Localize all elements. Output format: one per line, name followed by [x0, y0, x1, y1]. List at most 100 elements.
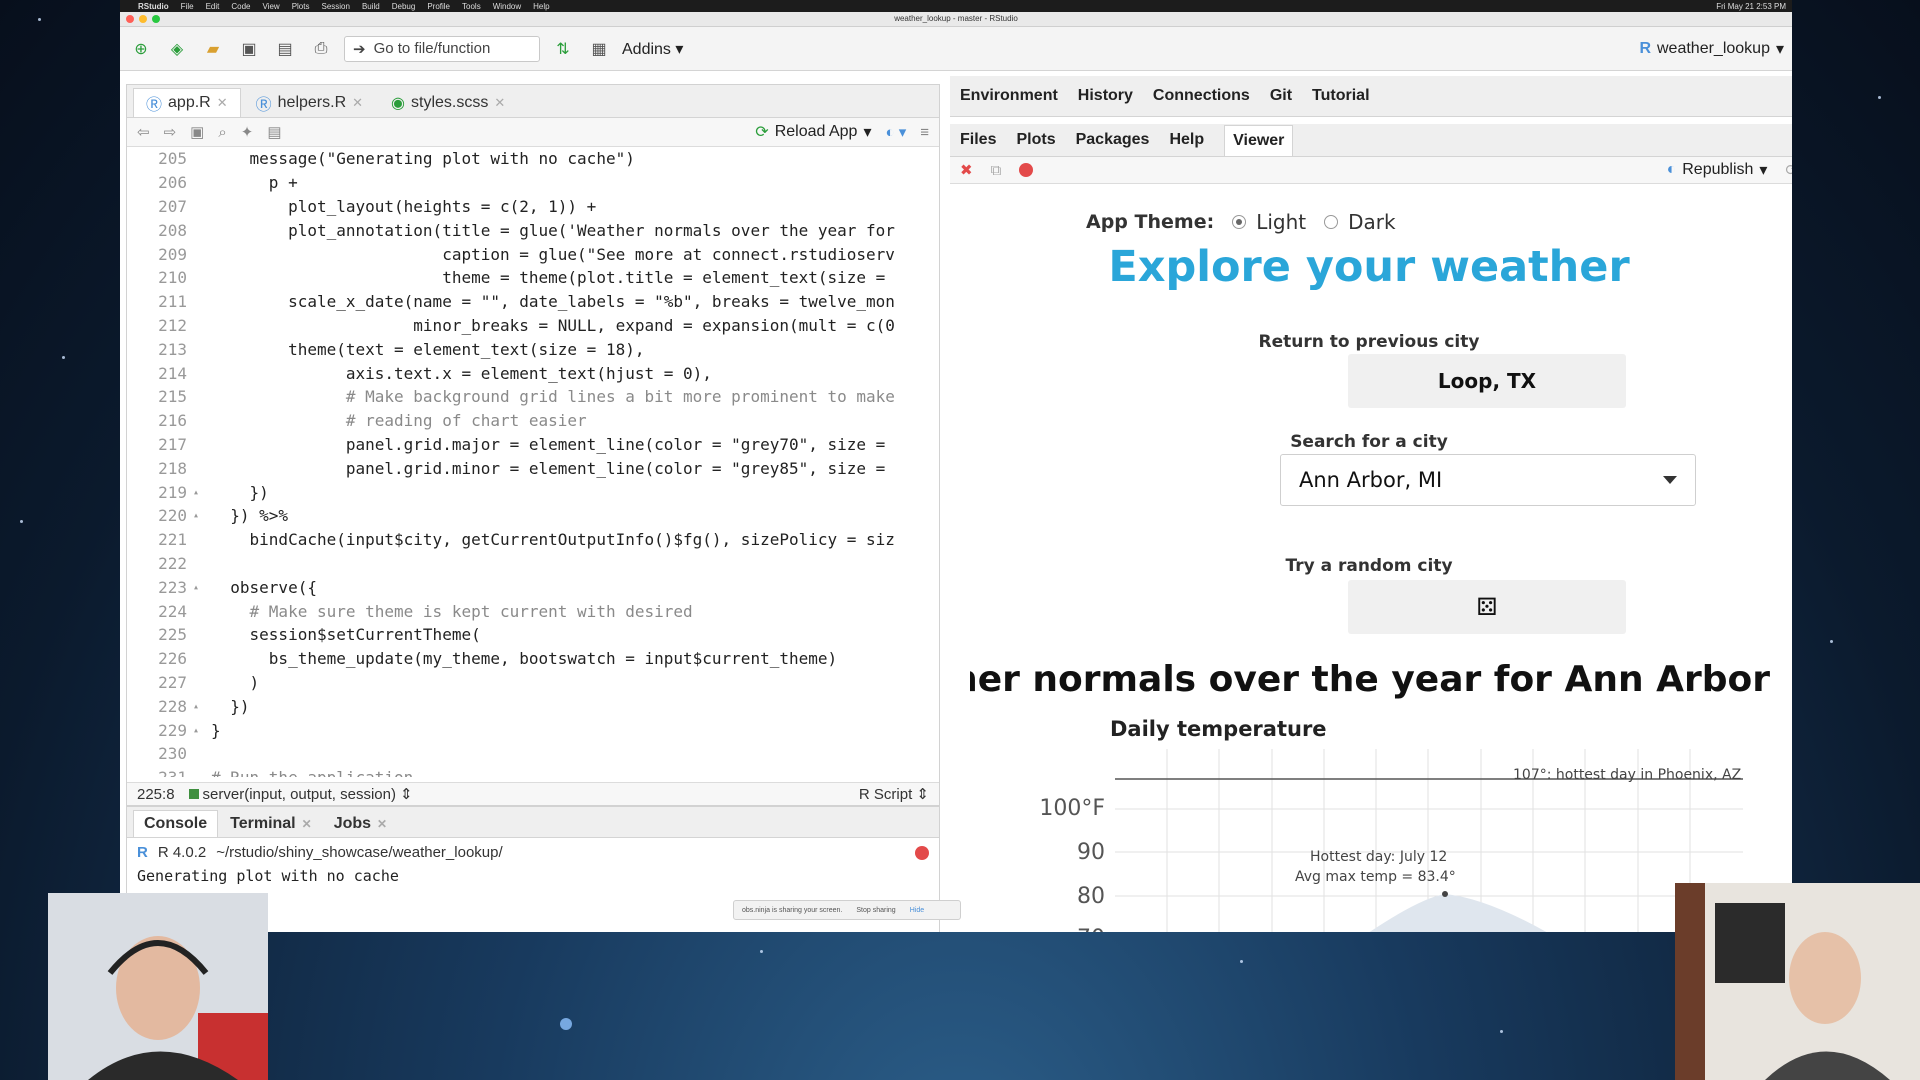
tab-viewer[interactable]: Viewer — [1224, 124, 1294, 156]
open-folder-icon[interactable]: ▰ — [200, 36, 226, 62]
tab-files[interactable]: Files — [960, 131, 996, 149]
random-city-button[interactable]: ⚄ — [1348, 580, 1626, 634]
code-line[interactable]: 213 theme(text = element_text(size = 18)… — [127, 337, 939, 361]
republish-button[interactable]: ◐ Republish ▾ — [1667, 160, 1768, 180]
close-tab-icon[interactable]: ✕ — [377, 817, 387, 831]
code-line[interactable]: 224 # Make sure theme is kept current wi… — [127, 599, 939, 623]
search-icon[interactable]: ⌕ — [218, 124, 226, 141]
code-line[interactable]: 226 bs_theme_update(my_theme, bootswatch… — [127, 647, 939, 671]
theme-dark-label[interactable]: Dark — [1348, 210, 1395, 234]
menu-edit[interactable]: Edit — [206, 2, 220, 11]
fold-icon[interactable]: ▴ — [193, 725, 205, 736]
radio-dark[interactable] — [1324, 215, 1339, 229]
scope-selector[interactable]: server(input, output, session) ⇕ — [188, 785, 413, 803]
tab-connections[interactable]: Connections — [1153, 87, 1250, 105]
close-tab-icon[interactable]: ✕ — [494, 95, 505, 111]
refresh-icon[interactable]: ⟳ — [1785, 161, 1792, 179]
tab-history[interactable]: History — [1078, 87, 1133, 105]
fold-icon[interactable]: ▴ — [193, 582, 205, 593]
stop-console-icon[interactable] — [915, 845, 929, 860]
tab-app-r[interactable]: Ⓡ app.R ✕ — [133, 88, 241, 117]
tab-git[interactable]: Git — [1270, 87, 1292, 105]
clear-viewer-icon[interactable]: ✖ — [960, 161, 973, 179]
tab-packages[interactable]: Packages — [1076, 131, 1150, 149]
tab-plots[interactable]: Plots — [1016, 131, 1055, 149]
code-line[interactable]: 225 session$setCurrentTheme( — [127, 623, 939, 647]
fold-icon[interactable]: ▴ — [193, 487, 205, 498]
code-line[interactable]: 212 minor_breaks = NULL, expand = expans… — [127, 314, 939, 338]
project-menu[interactable]: R weather_lookup ▾ — [1639, 39, 1784, 59]
tab-jobs[interactable]: Jobs ✕ — [324, 811, 397, 837]
new-file-icon[interactable]: ⊕ — [128, 36, 154, 62]
close-tab-icon[interactable]: ✕ — [217, 95, 228, 111]
menu-window[interactable]: Window — [493, 2, 521, 11]
code-line[interactable]: 214 axis.text.x = element_text(hjust = 0… — [127, 361, 939, 385]
save-icon[interactable]: ▣ — [236, 36, 262, 62]
code-line[interactable]: 221 bindCache(input$city, getCurrentOutp… — [127, 528, 939, 552]
vcs-icon[interactable]: ⇅ — [550, 36, 576, 62]
addins-menu[interactable]: Addins ▾ — [622, 39, 683, 59]
outline-icon[interactable]: ▤ — [267, 123, 281, 141]
close-window-icon[interactable] — [126, 15, 134, 23]
fold-icon[interactable]: ▴ — [193, 510, 205, 521]
theme-light-label[interactable]: Light — [1256, 210, 1306, 234]
code-line[interactable]: 210 theme = theme(plot.title = element_t… — [127, 266, 939, 290]
menu-build[interactable]: Build — [362, 2, 380, 11]
stop-app-icon[interactable] — [1019, 163, 1034, 177]
print-icon[interactable]: ⎙ — [308, 36, 334, 62]
radio-light[interactable] — [1232, 215, 1247, 229]
menu-rstudio[interactable]: RStudio — [138, 2, 169, 11]
stop-sharing-button[interactable]: Stop sharing — [856, 907, 895, 914]
code-line[interactable]: 223 ▴ observe({ — [127, 575, 939, 599]
code-line[interactable]: 230 — [127, 742, 939, 766]
menu-lines-icon[interactable]: ≡ — [920, 124, 929, 141]
code-line[interactable]: 205 message("Generating plot with no cac… — [127, 147, 939, 171]
tab-environment[interactable]: Environment — [960, 87, 1058, 105]
forward-arrow-icon[interactable]: ⇨ — [164, 123, 177, 141]
pane-layout-icon[interactable]: ▦ — [586, 36, 612, 62]
code-line[interactable]: 227 ) — [127, 671, 939, 695]
back-arrow-icon[interactable]: ⇦ — [137, 123, 150, 141]
tab-console[interactable]: Console — [133, 810, 219, 837]
tab-help[interactable]: Help — [1169, 131, 1204, 149]
code-line[interactable]: 211 scale_x_date(name = "", date_labels … — [127, 290, 939, 314]
code-line[interactable]: 222 — [127, 552, 939, 576]
menu-file[interactable]: File — [181, 2, 194, 11]
code-line[interactable]: 216 # reading of chart easier — [127, 409, 939, 433]
code-line[interactable]: 218 panel.grid.minor = element_line(colo… — [127, 456, 939, 480]
tab-helpers-r[interactable]: Ⓡ helpers.R ✕ — [243, 88, 376, 117]
tab-styles-scss[interactable]: ◉ styles.scss ✕ — [378, 88, 518, 117]
menu-view[interactable]: View — [262, 2, 279, 11]
code-line[interactable]: 219 ▴ }) — [127, 480, 939, 504]
popout-icon[interactable]: ⧉ — [991, 162, 1002, 179]
tab-tutorial[interactable]: Tutorial — [1312, 87, 1369, 105]
console-output[interactable]: Generating plot with no cache — [127, 863, 939, 889]
new-project-icon[interactable]: ◈ — [164, 36, 190, 62]
menu-session[interactable]: Session — [321, 2, 349, 11]
prev-city-button[interactable]: Loop, TX — [1348, 354, 1626, 408]
close-tab-icon[interactable]: ✕ — [302, 817, 312, 831]
code-line[interactable]: 228 ▴ }) — [127, 694, 939, 718]
language-selector[interactable]: R Script ⇕ — [859, 785, 929, 803]
code-line[interactable]: 208 plot_annotation(title = glue('Weathe… — [127, 218, 939, 242]
code-line[interactable]: 231 # Run the application — [127, 766, 939, 777]
menu-profile[interactable]: Profile — [427, 2, 450, 11]
code-line[interactable]: 209 caption = glue("See more at connect.… — [127, 242, 939, 266]
minimize-window-icon[interactable] — [139, 15, 147, 23]
code-line[interactable]: 220 ▴ }) %>% — [127, 504, 939, 528]
city-select[interactable]: Ann Arbor, MI — [1280, 454, 1696, 506]
reload-app-button[interactable]: ⟳ Reload App ▾ — [755, 122, 871, 142]
code-area[interactable]: 205 message("Generating plot with no cac… — [127, 147, 939, 777]
menu-code[interactable]: Code — [231, 2, 250, 11]
code-line[interactable]: 229 ▴} — [127, 718, 939, 742]
close-tab-icon[interactable]: ✕ — [352, 95, 363, 111]
working-directory[interactable]: ~/rstudio/shiny_showcase/weather_lookup/ — [216, 844, 502, 861]
code-line[interactable]: 215 # Make background grid lines a bit m… — [127, 385, 939, 409]
publish-icon[interactable]: ◐ ▾ — [885, 123, 906, 141]
save-icon[interactable]: ▣ — [190, 123, 204, 141]
zoom-window-icon[interactable] — [152, 15, 160, 23]
code-line[interactable]: 207 plot_layout(heights = c(2, 1)) + — [127, 195, 939, 219]
goto-file-input[interactable]: ➔ Go to file/function — [344, 35, 540, 62]
code-line[interactable]: 206 p + — [127, 171, 939, 195]
menu-tools[interactable]: Tools — [462, 2, 481, 11]
